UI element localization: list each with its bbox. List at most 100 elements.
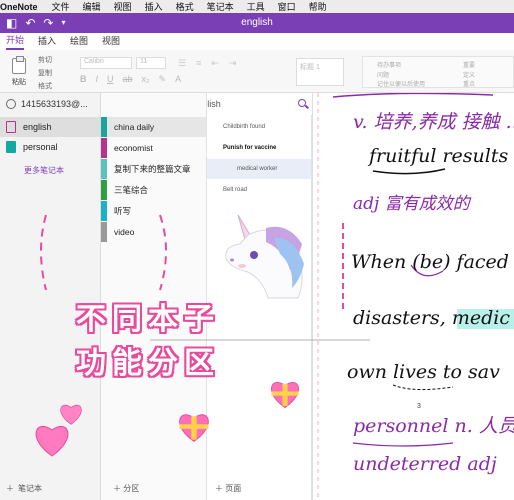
search-icon[interactable]	[298, 99, 306, 107]
more-notebooks-link[interactable]: 更多笔记本	[24, 165, 64, 176]
add-notebook-label: 笔记本	[18, 484, 42, 493]
copy-button[interactable]: 复制	[38, 68, 78, 78]
section-label: video	[114, 227, 135, 237]
ink-line: When (be) faced wit	[351, 251, 514, 273]
font-size-select[interactable]: 11	[136, 57, 166, 69]
tag-question[interactable]: 问题	[377, 70, 389, 79]
tag-definition[interactable]: 定义	[463, 70, 475, 79]
section-label: 听写	[114, 206, 132, 216]
styles-gallery[interactable]: 标题 1	[296, 58, 344, 86]
indent-icon[interactable]: ⇥	[229, 58, 237, 69]
plus-icon: ＋	[215, 484, 223, 493]
overlay-caption-line1: 不同本子	[76, 302, 220, 337]
format-painter-button[interactable]: 格式	[38, 81, 78, 91]
overlay-caption-line2: 功能分区	[76, 346, 220, 381]
section-color-tab	[101, 159, 107, 179]
menu-format[interactable]: 格式	[176, 0, 194, 13]
tag-important[interactable]: 重要	[463, 60, 475, 69]
paste-label: 粘贴	[12, 79, 26, 86]
ink-line: v. 培养,养成 接触 ...	[353, 111, 514, 133]
underline-button[interactable]: U	[107, 74, 114, 85]
menu-edit[interactable]: 编辑	[83, 0, 101, 13]
tags-gallery: 待办事项 重要 问题 记住以便以后使用 定义 重点	[362, 56, 514, 88]
note-canvas[interactable]: v. 培养,养成 接触 ... fruitful results adj 富有成…	[312, 93, 514, 500]
add-notebook-button[interactable]: ＋ 笔记本	[6, 483, 42, 494]
section-label: 三笔综合	[114, 185, 149, 195]
page-pane: Childbirth found Punish for vaccine medi…	[207, 115, 312, 500]
add-section-label: 分区	[123, 484, 140, 493]
page-item[interactable]: Punish for vaccine	[207, 138, 311, 158]
title-bar: ◧ ↶ ↷ ▾ english	[0, 13, 514, 33]
font-name-select[interactable]: Calibri	[80, 57, 132, 69]
tab-draw[interactable]: 绘图	[70, 34, 88, 49]
page-number: 3	[417, 403, 421, 410]
section-label: china daily	[114, 122, 155, 132]
gift-heart-sticker	[271, 382, 299, 409]
notebook-icon	[6, 121, 16, 133]
add-page-button[interactable]: ＋ 页面	[215, 483, 241, 494]
italic-button[interactable]: I	[96, 74, 99, 85]
ink-line: undeterred adj	[353, 453, 497, 475]
section-label: 复制下来的整篇文章	[114, 164, 191, 174]
section-item[interactable]: 三笔综合	[101, 180, 206, 200]
notebook-label: english	[23, 122, 52, 132]
add-section-button[interactable]: ＋ 分区	[113, 483, 139, 494]
menu-help[interactable]: 帮助	[309, 0, 327, 13]
highlight-icon[interactable]: ✎	[159, 74, 167, 85]
page-item[interactable]: Belt road	[207, 180, 311, 200]
menu-file[interactable]: 文件	[52, 0, 70, 13]
section-color-tab	[101, 222, 107, 242]
section-item[interactable]: china daily	[101, 117, 206, 137]
page-item[interactable]: medical worker	[207, 159, 311, 179]
paste-button[interactable]: 粘贴	[8, 56, 30, 88]
section-item[interactable]: video	[101, 222, 206, 242]
tab-view[interactable]: 视图	[102, 34, 120, 49]
clipboard-group: 剪切 复制 格式	[38, 55, 78, 91]
menu-view[interactable]: 视图	[114, 0, 132, 13]
section-color-tab	[101, 138, 107, 158]
gift-heart-sticker	[179, 414, 209, 442]
add-page-label: 页面	[225, 484, 242, 493]
tag-highlight[interactable]: 重点	[463, 79, 475, 88]
ribbon-tabs: 开始 插入 绘图 视图	[0, 33, 514, 50]
paragraph-buttons: ☰ ≡ ⇤ ⇥	[178, 58, 236, 69]
window-title: english	[241, 17, 273, 28]
tab-home[interactable]: 开始	[6, 33, 25, 50]
section-color-tab	[101, 117, 107, 137]
menu-notebook[interactable]: 笔记本	[207, 0, 234, 13]
subscript-button[interactable]: x₂	[142, 74, 150, 85]
notebook-icon	[6, 141, 16, 153]
unicorn-sticker	[225, 214, 304, 299]
strikethrough-button[interactable]: ab	[123, 74, 133, 85]
bold-button[interactable]: B	[80, 74, 87, 85]
ink-line: fruitful results	[369, 145, 509, 167]
notebook-item-english[interactable]: english	[0, 117, 100, 137]
heart-sticker	[35, 425, 69, 457]
font-color-icon[interactable]: A	[175, 74, 181, 85]
numbered-list-icon[interactable]: ≡	[196, 58, 201, 69]
format-buttons: B I U ab x₂ ✎ A	[80, 74, 181, 85]
menu-insert[interactable]: 插入	[145, 0, 163, 13]
ribbon: 粘贴 剪切 复制 格式 Calibri 11 B I U ab x₂ ✎ A ☰…	[0, 50, 514, 93]
section-item[interactable]: economist	[101, 138, 206, 158]
page-item[interactable]: Childbirth found	[207, 117, 311, 137]
section-item[interactable]: 复制下来的整篇文章	[101, 159, 206, 179]
section-item[interactable]: 听写	[101, 201, 206, 221]
account-row[interactable]: 1415633193@...	[6, 99, 88, 109]
plus-icon: ＋	[6, 484, 14, 493]
menu-window[interactable]: 窗口	[278, 0, 296, 13]
ink-line: personnel n. 人员	[353, 415, 514, 437]
account-name: 1415633193@...	[21, 99, 88, 109]
tag-remember[interactable]: 记住以便以后使用	[377, 79, 425, 88]
cut-button[interactable]: 剪切	[38, 55, 78, 65]
menu-tools[interactable]: 工具	[247, 0, 265, 13]
bullet-list-icon[interactable]: ☰	[178, 58, 186, 69]
tag-todo[interactable]: 待办事项	[377, 60, 401, 69]
outdent-icon[interactable]: ⇤	[211, 58, 219, 69]
ink-line: adj 富有成效的	[353, 194, 470, 214]
notebook-item-personal[interactable]: personal	[0, 137, 100, 157]
menu-bar: OneNote 文件 编辑 视图 插入 格式 笔记本 工具 窗口 帮助	[0, 0, 514, 13]
app-name[interactable]: OneNote	[0, 2, 38, 12]
tab-insert[interactable]: 插入	[38, 34, 56, 49]
section-label: economist	[114, 143, 153, 153]
